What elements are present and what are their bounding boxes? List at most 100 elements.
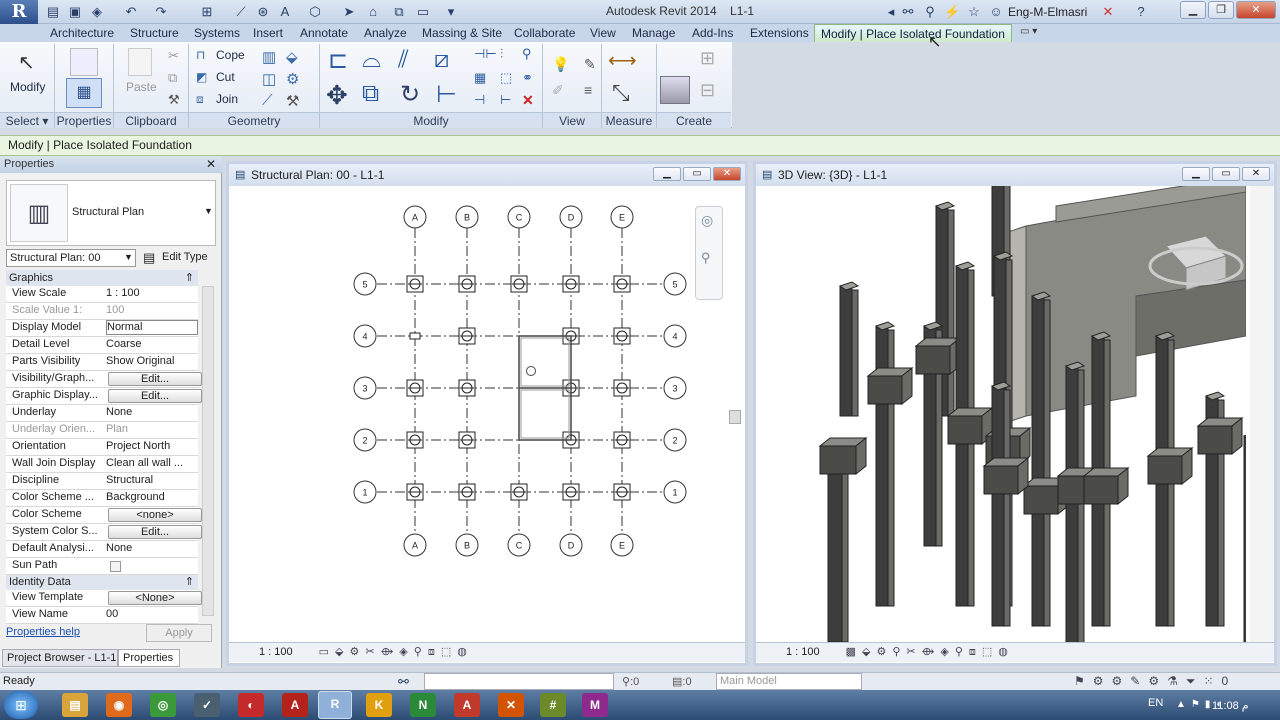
property-row[interactable]: View Template <None> bbox=[6, 590, 202, 607]
linework-icon[interactable]: ✐ bbox=[552, 82, 564, 99]
join-icon[interactable]: ⧈ bbox=[196, 92, 204, 107]
property-row[interactable]: Scale Value 1: 100 bbox=[6, 303, 198, 320]
paint-icon[interactable]: ⬙ bbox=[286, 48, 298, 66]
3d-view-icon[interactable]: ⬡ bbox=[306, 3, 324, 21]
trim-single-icon[interactable]: ⊣ bbox=[474, 92, 485, 108]
qat-dropdown-icon[interactable]: ▾ bbox=[444, 3, 458, 21]
hide-element-icon[interactable]: 💡 bbox=[552, 56, 569, 73]
property-value[interactable]: Clean all wall ... bbox=[106, 457, 198, 469]
exchange-icon[interactable]: ✕ bbox=[1100, 3, 1116, 21]
scale-icon[interactable]: ⬚ bbox=[500, 70, 512, 86]
app-m-taskbar-icon[interactable]: M bbox=[582, 693, 608, 717]
copy-clipboard-icon[interactable]: ⧉ bbox=[168, 70, 177, 86]
property-row[interactable]: View Name 00 bbox=[6, 607, 198, 624]
chrome-taskbar-icon[interactable]: ◎ bbox=[150, 693, 176, 717]
override-graphics-icon[interactable]: ✎ bbox=[584, 56, 596, 73]
aligned-dimension-icon[interactable]: ⤡ bbox=[612, 80, 630, 106]
view-close-button[interactable]: ✕ bbox=[1242, 167, 1270, 181]
edit-profile-icon[interactable]: ⟋ bbox=[262, 92, 273, 109]
view-control-icons[interactable]: ▭⬙⚙✂⟴◈⚲⧈⬚◍ bbox=[319, 646, 473, 658]
sync-icon[interactable]: ◈ bbox=[88, 3, 106, 21]
user-icon[interactable]: ☺ bbox=[988, 3, 1004, 21]
section-icon[interactable]: ➤ bbox=[340, 3, 358, 21]
align-icon[interactable]: ⊏ bbox=[328, 46, 348, 75]
cut-clipboard-icon[interactable]: ✂ bbox=[168, 48, 179, 64]
properties-scrollbar[interactable] bbox=[202, 286, 214, 616]
property-row[interactable]: Orientation Project North bbox=[6, 439, 198, 456]
property-row[interactable]: Detail Level Coarse bbox=[6, 337, 198, 354]
view-maximize-button[interactable]: ▭ bbox=[683, 167, 711, 181]
3d-scale[interactable]: 1 : 100 bbox=[786, 646, 820, 658]
tab-properties[interactable]: Properties bbox=[118, 649, 180, 667]
chevron-down-icon[interactable]: ▼ bbox=[204, 206, 213, 216]
property-value[interactable]: Coarse bbox=[106, 338, 198, 350]
property-row[interactable]: Sun Path bbox=[6, 558, 198, 575]
app-x-taskbar-icon[interactable]: ✕ bbox=[498, 693, 524, 717]
edit-type-icon[interactable]: ▤ bbox=[143, 250, 155, 266]
minimize-button[interactable]: ▁ bbox=[1180, 1, 1206, 19]
split-icon[interactable]: ⊣⊢ bbox=[474, 46, 497, 62]
thin-lines-toggle-icon[interactable]: ≡ bbox=[584, 82, 592, 98]
edit-type-button[interactable]: Edit Type bbox=[162, 251, 208, 263]
property-row[interactable]: Underlay Orien... Plan bbox=[6, 422, 198, 439]
match-properties-icon[interactable]: ⚒ bbox=[168, 92, 180, 108]
property-value[interactable]: 00 bbox=[106, 608, 198, 620]
measure-between-icon[interactable]: ⟷ bbox=[608, 48, 637, 73]
property-edit-button[interactable]: <none> bbox=[108, 508, 202, 522]
paste-icon[interactable] bbox=[128, 48, 152, 76]
app-n-taskbar-icon[interactable]: N bbox=[410, 693, 436, 717]
dimension-icon[interactable]: ⟋ bbox=[232, 3, 250, 21]
close-button[interactable]: ✕ bbox=[1236, 1, 1276, 19]
property-value[interactable]: Project North bbox=[106, 440, 198, 452]
property-row[interactable]: Wall Join Display Clean all wall ... bbox=[6, 456, 198, 473]
tab-systems[interactable]: Systems bbox=[188, 24, 246, 42]
plan-scroll-thumb[interactable] bbox=[729, 410, 741, 424]
language-indicator[interactable]: EN bbox=[1148, 697, 1163, 709]
view-maximize-button[interactable]: ▭ bbox=[1212, 167, 1240, 181]
design-options-icon[interactable]: ▤:0 bbox=[672, 675, 692, 688]
tab-structure[interactable]: Structure bbox=[124, 24, 185, 42]
create-similar-icon[interactable]: ⊟ bbox=[700, 80, 715, 101]
3d-scrollbar[interactable] bbox=[1250, 186, 1274, 642]
help-icon[interactable]: ? bbox=[1132, 3, 1150, 21]
property-value[interactable]: 100 bbox=[106, 304, 198, 316]
view-close-button[interactable]: ✕ bbox=[713, 167, 741, 181]
array-icon[interactable]: ▦ bbox=[474, 70, 486, 86]
plan-scale[interactable]: 1 : 100 bbox=[259, 646, 293, 658]
delete-icon[interactable]: ✕ bbox=[522, 92, 534, 109]
extend-icon[interactable]: ⊢ bbox=[500, 92, 511, 108]
explorer-taskbar-icon[interactable]: ▤ bbox=[62, 693, 88, 717]
mirror-draw-icon[interactable]: ⧄ bbox=[434, 46, 449, 74]
steering-wheel-icon[interactable]: ◎ bbox=[701, 212, 713, 229]
zoom-icon[interactable]: ⚲ bbox=[701, 250, 711, 266]
group-identity-data[interactable]: Identity Data ⇑ bbox=[6, 574, 198, 590]
clock[interactable]: 11:08 م bbox=[1212, 699, 1249, 712]
communication-icon[interactable]: ⚡ bbox=[944, 3, 960, 21]
plan-canvas[interactable]: A A B B C C D D E E 5 5 4 4 3 3 2 2 1 1 bbox=[229, 186, 745, 642]
structural-plan-view[interactable]: Structural Plan: 00 - L1-1 ▤ ▁ ▭ ✕ AABBC… bbox=[226, 161, 748, 666]
search-arrow-icon[interactable]: ◂ bbox=[884, 3, 898, 21]
cope-button[interactable]: Cope bbox=[216, 48, 245, 62]
tab-project-browser[interactable]: Project Browser - L1-1 bbox=[2, 649, 118, 667]
property-row[interactable]: Parts Visibility Show Original bbox=[6, 354, 198, 371]
measure-icon[interactable]: ⊞ bbox=[198, 3, 216, 21]
app-k-taskbar-icon[interactable]: K bbox=[366, 693, 392, 717]
copy-icon[interactable]: ⧉ bbox=[362, 80, 379, 108]
mirror-axis-icon[interactable]: ⫽ bbox=[398, 46, 409, 74]
tab-view[interactable]: View bbox=[584, 24, 622, 42]
start-button[interactable]: ⊞ bbox=[4, 691, 38, 719]
tab-analyze[interactable]: Analyze bbox=[358, 24, 413, 42]
redo-icon[interactable]: ↷ bbox=[152, 3, 170, 21]
tab-insert[interactable]: Insert bbox=[247, 24, 289, 42]
properties-help-link[interactable]: Properties help bbox=[6, 626, 80, 638]
app-grid-taskbar-icon[interactable]: # bbox=[540, 693, 566, 717]
property-edit-button[interactable]: Edit... bbox=[108, 389, 202, 403]
rotate-icon[interactable]: ↻ bbox=[400, 80, 420, 109]
create-parts-icon[interactable]: ⊞ bbox=[700, 48, 715, 69]
type-properties-icon[interactable] bbox=[70, 48, 98, 76]
wall-joins-icon[interactable]: ◫ bbox=[262, 70, 276, 88]
view-control-icons[interactable]: ▩⬙⚙⚲✂⟴◈⚲⧈⬚◍ bbox=[846, 646, 1014, 658]
property-value[interactable]: Normal bbox=[106, 320, 198, 335]
tab-manage[interactable]: Manage bbox=[626, 24, 681, 42]
property-edit-button[interactable]: Edit... bbox=[108, 525, 202, 539]
